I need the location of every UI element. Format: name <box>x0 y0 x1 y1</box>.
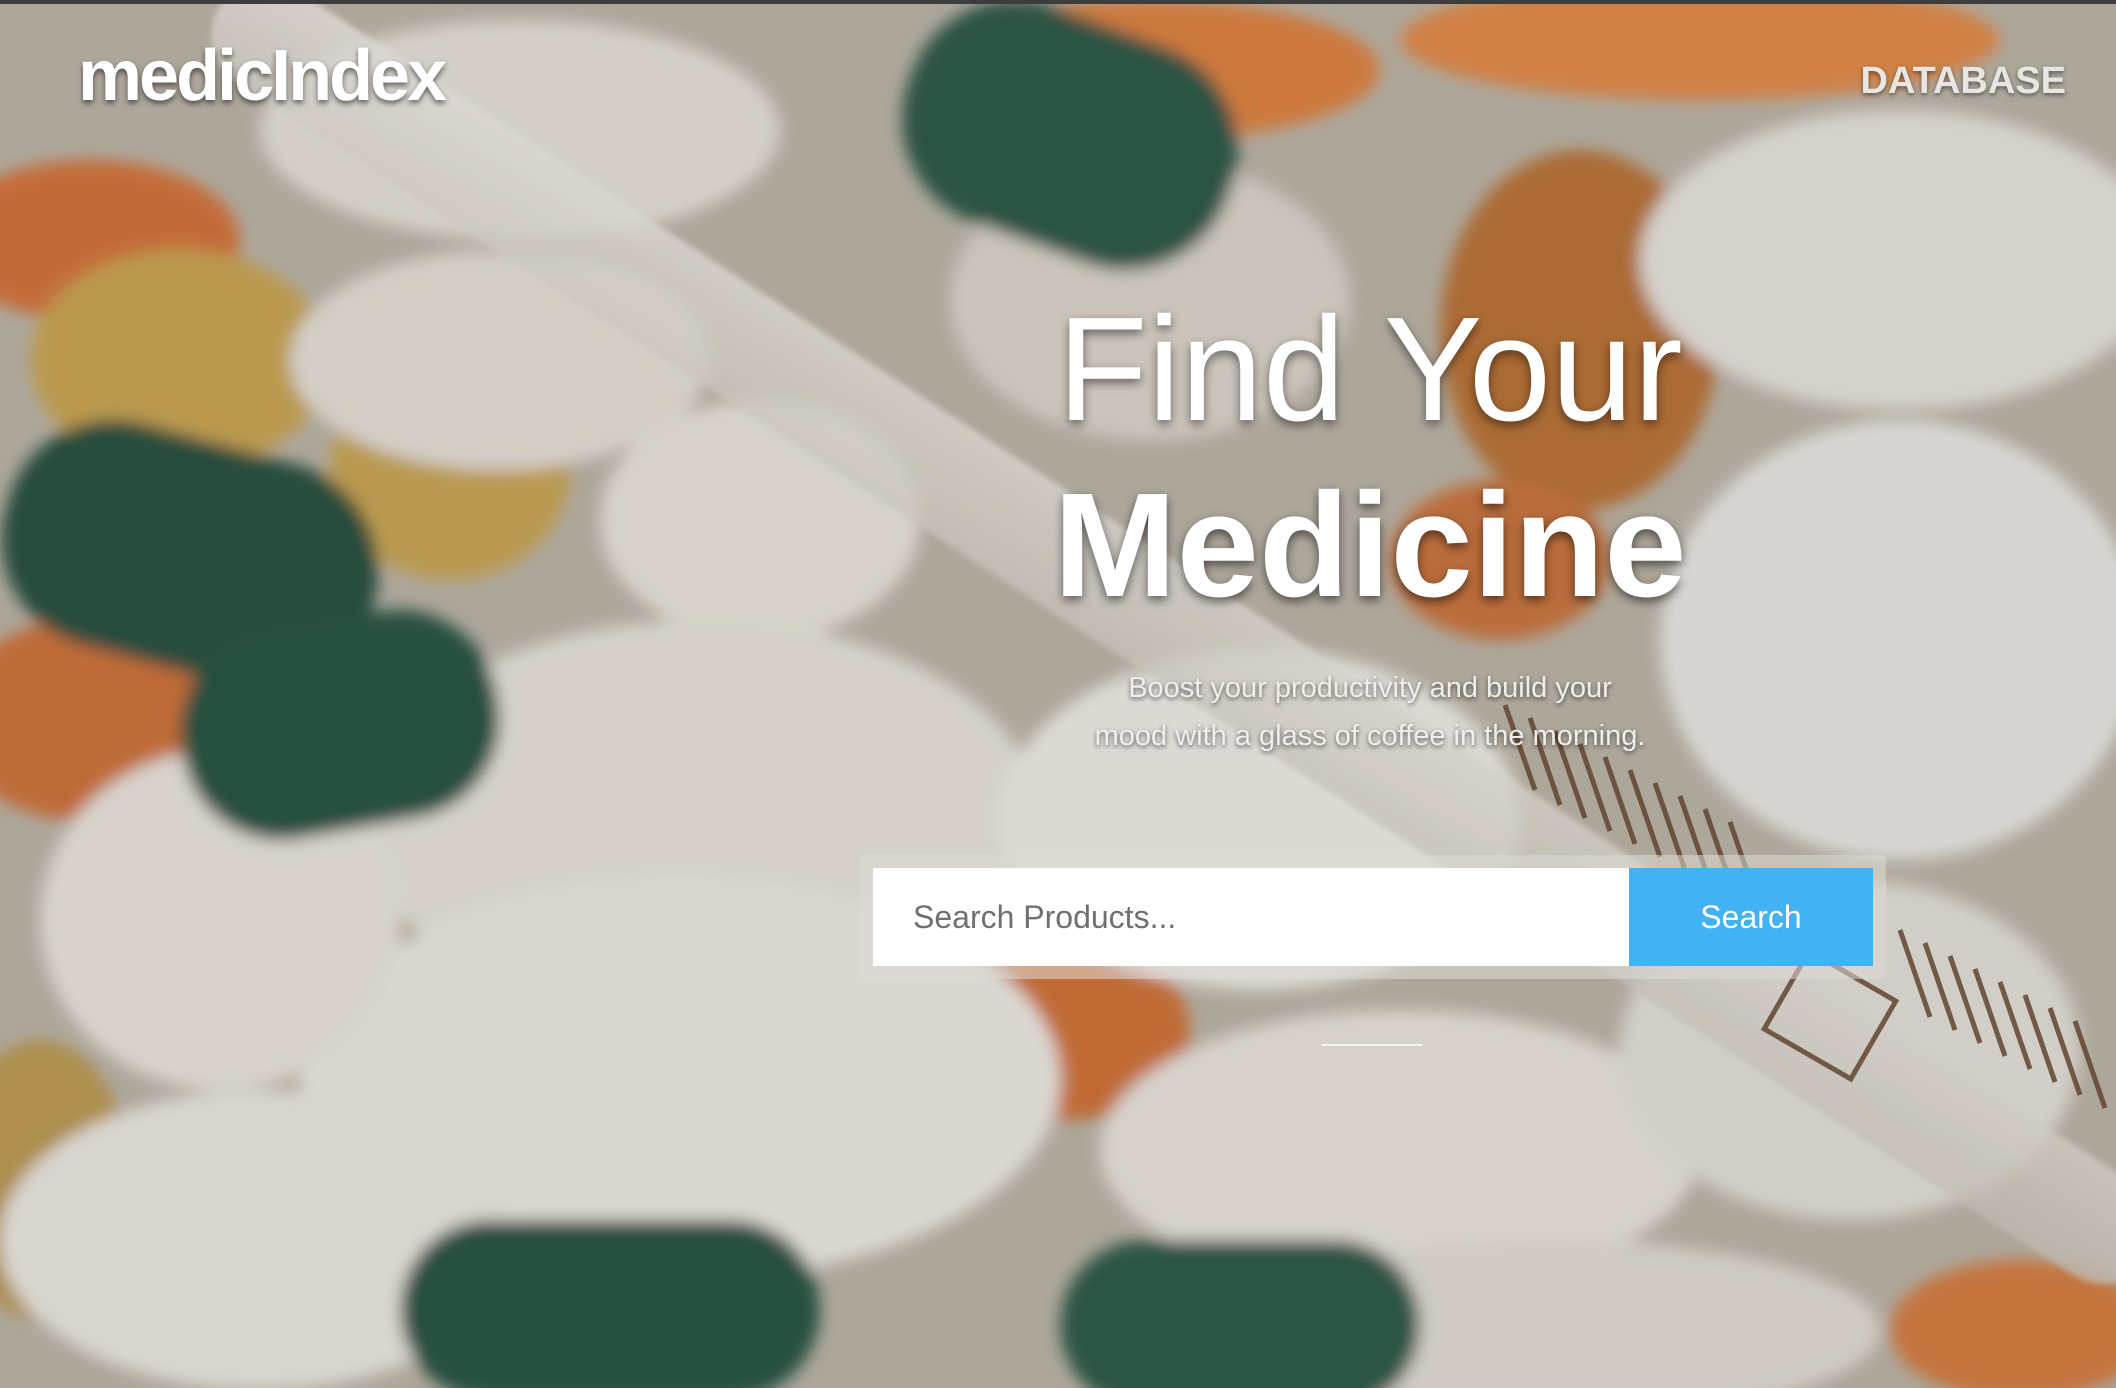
hero-subtitle-line1: Boost your productivity and build your <box>1128 672 1612 704</box>
hero-subtitle-line2: mood with a glass of coffee in the morni… <box>1094 720 1646 752</box>
section-divider <box>1322 1044 1422 1046</box>
search-button[interactable]: Search <box>1629 868 1873 966</box>
search-input[interactable] <box>873 868 1629 966</box>
hero-title-line1: Find Your <box>1057 287 1683 452</box>
nav-link-database[interactable]: DATABASE <box>1861 62 2066 100</box>
site-logo[interactable]: medicIndex <box>78 40 447 112</box>
hero-subtitle: Boost your productivity and build your m… <box>0 664 2116 760</box>
search-bar: Search <box>860 855 1886 979</box>
hero-title-line2: Medicine <box>1053 463 1687 628</box>
top-border <box>0 0 2116 4</box>
